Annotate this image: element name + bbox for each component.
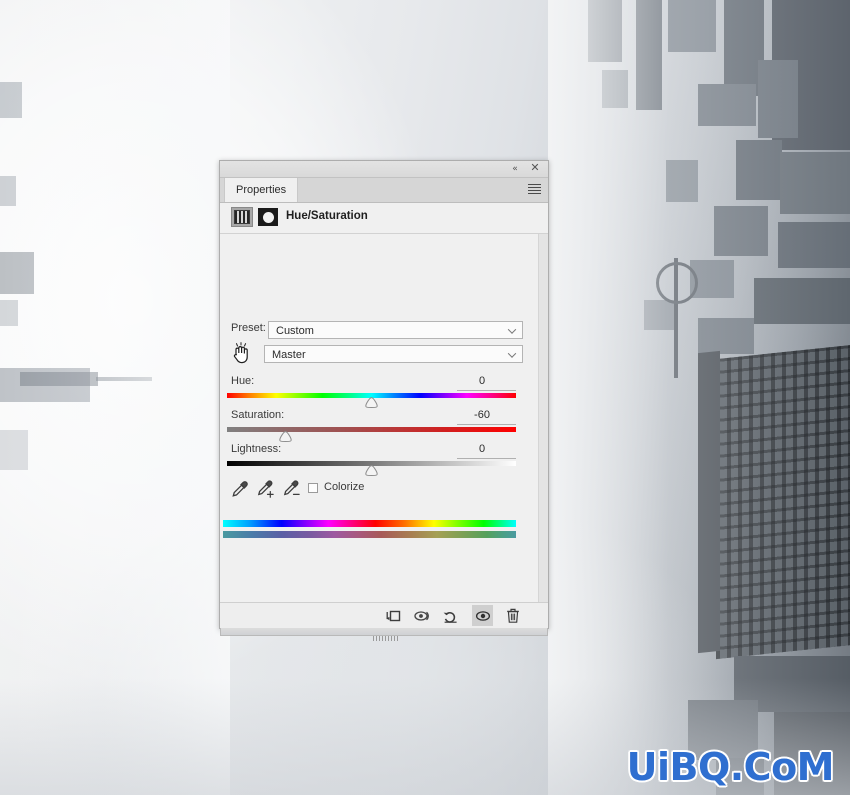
saturation-slider-track[interactable] <box>227 427 516 432</box>
properties-panel[interactable]: « ✕ Properties Hue/Saturation Preset: Cu… <box>219 160 549 641</box>
eyedropper-icon[interactable] <box>230 479 250 499</box>
hand-cursor-icon <box>231 341 253 365</box>
panel-footer-toolbar <box>220 602 548 628</box>
lightness-value[interactable]: 0 <box>461 443 503 455</box>
reset-button[interactable] <box>440 605 461 626</box>
channel-value: Master <box>272 349 306 361</box>
eye-previous-state-icon <box>413 610 429 621</box>
preset-value: Custom <box>276 325 314 337</box>
preset-dropdown[interactable]: Custom <box>268 321 523 339</box>
close-icon[interactable]: ✕ <box>529 162 541 174</box>
eye-icon <box>475 610 490 621</box>
delete-layer-button[interactable] <box>502 605 523 626</box>
adjustment-header: Hue/Saturation <box>220 203 548 234</box>
panel-resize-grip[interactable] <box>373 636 399 641</box>
toggle-visibility-button[interactable] <box>472 605 493 626</box>
saturation-label: Saturation: <box>231 409 285 421</box>
watermark: UiBQ.CoM <box>626 745 835 789</box>
hue-range-bar-full <box>223 520 516 527</box>
saturation-value[interactable]: -60 <box>461 409 503 421</box>
preset-label: Preset: <box>231 322 266 334</box>
panel-resize-bar[interactable] <box>220 628 548 641</box>
eyedropper-row: Colorize <box>220 479 548 503</box>
clip-to-layer-button[interactable] <box>382 605 403 626</box>
colorize-checkbox[interactable] <box>308 483 318 493</box>
panel-tabstrip: Properties <box>220 178 548 203</box>
layer-mask-thumbnail-icon[interactable] <box>258 208 278 226</box>
hue-label: Hue: <box>231 375 255 387</box>
view-previous-state-button[interactable] <box>412 605 433 626</box>
hamburger-menu-icon[interactable] <box>528 184 541 195</box>
reset-arrow-icon <box>443 611 457 623</box>
hue-value[interactable]: 0 <box>461 375 503 387</box>
hue-slider-thumb[interactable] <box>365 397 378 408</box>
panel-scrollbar[interactable] <box>538 234 548 602</box>
saturation-slider-thumb[interactable] <box>279 431 292 442</box>
adjustment-layer-thumbnail-icon[interactable] <box>231 207 253 227</box>
panel-titlebar[interactable]: « ✕ <box>220 161 548 178</box>
page-title: Hue/Saturation <box>286 210 368 222</box>
eyedropper-minus-icon[interactable] <box>282 479 302 499</box>
clip-to-layer-icon <box>386 610 400 621</box>
lightness-slider-thumb[interactable] <box>365 465 378 476</box>
chevron-down-icon <box>509 352 516 356</box>
colorize-label: Colorize <box>324 481 365 493</box>
tab-properties[interactable]: Properties <box>224 178 299 202</box>
panel-body: Preset: Custom Master Hue: 0 Saturation:… <box>220 234 548 602</box>
screen: UiBQ.CoM « ✕ Properties Hue/Saturation P… <box>0 0 850 795</box>
collapse-double-arrow-icon[interactable]: « <box>509 164 521 174</box>
lightness-label: Lightness: <box>231 443 282 455</box>
trash-icon <box>506 608 519 623</box>
eyedropper-plus-icon[interactable] <box>256 479 276 499</box>
channel-dropdown[interactable]: Master <box>264 345 523 363</box>
chevron-down-icon <box>509 328 516 332</box>
hue-range-bar-result <box>223 531 516 538</box>
